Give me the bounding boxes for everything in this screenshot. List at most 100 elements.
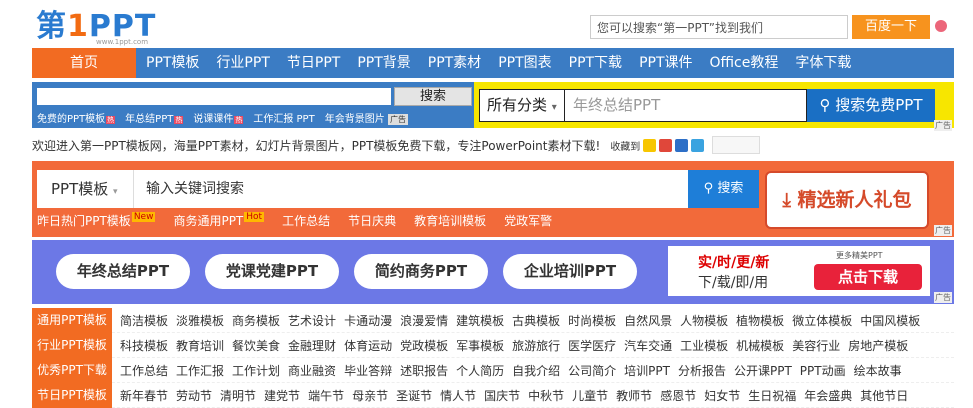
category-head[interactable]: 优秀PPT下载 [32, 357, 112, 383]
category-link[interactable]: 古典模板 [512, 312, 560, 329]
promo-pill[interactable]: 企业培训PPT [503, 254, 637, 289]
category-link[interactable]: 建筑模板 [456, 312, 504, 329]
category-link[interactable]: 建党节 [264, 387, 300, 404]
category-link[interactable]: 年会盛典 [804, 387, 852, 404]
orange-search-button[interactable]: ⚲ 搜索 [688, 170, 759, 208]
category-link[interactable]: 新年春节 [120, 387, 168, 404]
category-link[interactable]: 商业融资 [288, 362, 336, 379]
category-link[interactable]: 商务模板 [232, 312, 280, 329]
category-link[interactable]: 卡通动漫 [344, 312, 392, 329]
favorite-red-icon[interactable] [659, 138, 673, 152]
ad-keyword-link[interactable]: 免费的PPT模板热 [37, 110, 116, 125]
keyword-search-input[interactable]: 输入关键词搜索 [133, 170, 688, 208]
category-link[interactable]: 自我介绍 [512, 362, 560, 379]
work-summary-link[interactable]: 工作总结 [282, 212, 330, 229]
category-head[interactable]: 行业PPT模板 [32, 332, 112, 358]
festival-link[interactable]: 节日庆典 [348, 212, 396, 229]
party-link[interactable]: 党政军警 [504, 212, 552, 229]
category-link[interactable]: 工作汇报 [176, 362, 224, 379]
category-link[interactable]: 体育运动 [344, 337, 392, 354]
nav-item[interactable]: 节日PPT [287, 48, 340, 78]
category-link[interactable]: 医学医疗 [568, 337, 616, 354]
category-head[interactable]: 节日PPT模板 [32, 382, 112, 408]
promo-pill[interactable]: 简约商务PPT [354, 254, 488, 289]
nav-home[interactable]: 首页 [32, 48, 136, 78]
ad-keyword-link[interactable]: 年会背景图片 [325, 110, 385, 125]
category-link[interactable]: 简洁模板 [120, 312, 168, 329]
nav-item[interactable]: PPT素材 [428, 48, 481, 78]
category-link[interactable]: 妇女节 [704, 387, 740, 404]
category-link[interactable]: PPT动画 [800, 362, 846, 379]
category-link[interactable]: 中秋节 [528, 387, 564, 404]
promo-pill[interactable]: 党课党建PPT [205, 254, 339, 289]
category-link[interactable]: 机械模板 [736, 337, 784, 354]
ad-keyword-link[interactable]: 工作汇报 PPT [253, 110, 314, 125]
category-link[interactable]: 艺术设计 [288, 312, 336, 329]
category-link[interactable]: 绘本故事 [854, 362, 902, 379]
ad-keyword-link[interactable]: 年总结PPT 热 [125, 110, 184, 125]
click-download-button[interactable]: 点击下载 [814, 264, 922, 290]
category-head[interactable]: 通用PPT模板 [32, 307, 112, 333]
favorite-blue-icon[interactable] [691, 138, 705, 152]
category-link[interactable]: 党政模板 [400, 337, 448, 354]
category-link[interactable]: 浪漫爱情 [400, 312, 448, 329]
category-link[interactable]: 餐饮美食 [232, 337, 280, 354]
download-promo[interactable]: 实/时/更/新 下/载/即/用 更多精美PPT 点击下载 [668, 246, 930, 296]
category-link[interactable]: 淡雅模板 [176, 312, 224, 329]
ad-search-button[interactable]: 搜索 [394, 87, 472, 106]
category-link[interactable]: 工作总结 [120, 362, 168, 379]
baidu-search-button[interactable]: 百度一下 [852, 15, 930, 39]
category-link[interactable]: 中国风模板 [860, 312, 920, 329]
free-ppt-keyword-input[interactable]: 年终总结PPT [564, 89, 807, 122]
category-link[interactable]: 母亲节 [352, 387, 388, 404]
category-link[interactable]: 美容行业 [792, 337, 840, 354]
promo-pill[interactable]: 年终总结PPT [56, 254, 190, 289]
nav-item[interactable]: 字体下载 [795, 48, 851, 78]
category-link[interactable]: 金融理财 [288, 337, 336, 354]
ad-search-input[interactable] [37, 88, 391, 105]
category-link[interactable]: 儿童节 [572, 387, 608, 404]
category-link[interactable]: 教育培训 [176, 337, 224, 354]
favorite-paw-icon[interactable] [675, 138, 689, 152]
category-link[interactable]: 劳动节 [176, 387, 212, 404]
category-link[interactable]: 端午节 [308, 387, 344, 404]
nav-item[interactable]: PPT下载 [569, 48, 622, 78]
category-link[interactable]: 工作计划 [232, 362, 280, 379]
category-link[interactable]: 清明节 [220, 387, 256, 404]
category-link[interactable]: 时尚模板 [568, 312, 616, 329]
category-link[interactable]: 分析报告 [678, 362, 726, 379]
nav-item[interactable]: PPT模板 [146, 48, 199, 78]
business-ppt-link[interactable]: 商务通用PPT Hot [173, 212, 265, 229]
nav-item[interactable]: PPT图表 [498, 48, 551, 78]
category-link[interactable]: 公开课PPT [734, 362, 792, 379]
category-link[interactable]: 国庆节 [484, 387, 520, 404]
category-link[interactable]: 感恩节 [660, 387, 696, 404]
category-link[interactable]: 科技模板 [120, 337, 168, 354]
category-select[interactable]: 所有分类 ▾ [479, 89, 565, 122]
new-user-gift-button[interactable]: ⤓ 精选新人礼包 [765, 171, 929, 229]
category-link[interactable]: 教师节 [616, 387, 652, 404]
nav-item[interactable]: PPT背景 [357, 48, 410, 78]
category-link[interactable]: 公司简介 [568, 362, 616, 379]
category-link[interactable]: 述职报告 [400, 362, 448, 379]
category-link[interactable]: 房地产模板 [848, 337, 908, 354]
ad-keyword-link[interactable]: 说课课件热 [193, 110, 244, 125]
baidu-search-input[interactable]: 您可以搜索“第一PPT”找到我们 [590, 15, 848, 39]
ad-close-button[interactable]: 广告 [388, 114, 408, 125]
category-link[interactable]: 毕业答辩 [344, 362, 392, 379]
ppt-type-select[interactable]: PPT模板 ▾ [37, 170, 133, 208]
category-link[interactable]: 圣诞节 [396, 387, 432, 404]
category-link[interactable]: 人物模板 [680, 312, 728, 329]
nav-item[interactable]: PPT课件 [639, 48, 692, 78]
category-link[interactable]: 其他节日 [860, 387, 908, 404]
category-link[interactable]: 植物模板 [736, 312, 784, 329]
category-link[interactable]: 工业模板 [680, 337, 728, 354]
category-link[interactable]: 微立体模板 [792, 312, 852, 329]
category-link[interactable]: 生日祝福 [748, 387, 796, 404]
category-link[interactable]: 军事模板 [456, 337, 504, 354]
site-logo[interactable]: 第1PPT www.1ppt.com [36, 8, 156, 47]
favorite-star-icon[interactable] [643, 138, 657, 152]
category-link[interactable]: 培训PPT [624, 362, 670, 379]
hot-yesterday-link[interactable]: 昨日热门PPT模板 New [37, 212, 156, 229]
category-link[interactable]: 情人节 [440, 387, 476, 404]
